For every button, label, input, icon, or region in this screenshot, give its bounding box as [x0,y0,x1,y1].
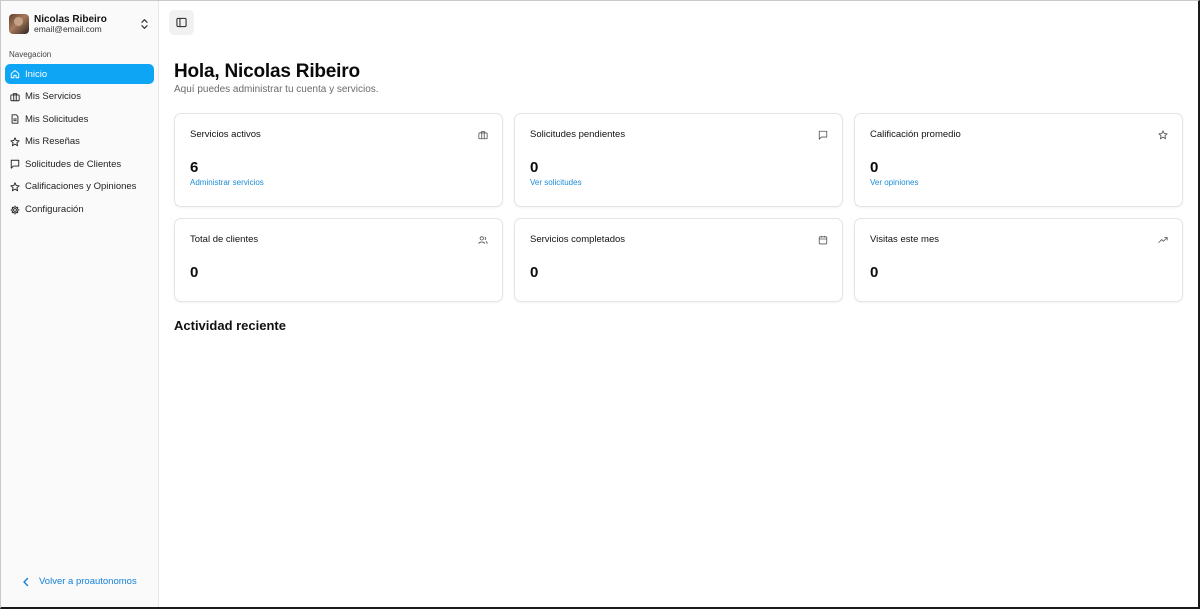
sidebar-item-solicitudes-clientes[interactable]: Solicitudes de Clientes [5,154,154,174]
briefcase-icon [10,92,20,101]
administrar-servicios-link[interactable]: Administrar servicios [190,178,487,187]
card-value: 0 [530,264,539,281]
nav-section-label: Navegacion [9,50,52,59]
sidebar-item-mis-servicios[interactable]: Mis Servicios [5,87,154,107]
page-subtitle: Aquí puedes administrar tu cuenta y serv… [174,84,379,95]
calendar-icon [818,235,828,245]
star-icon [1158,130,1168,140]
gear-icon [10,205,20,214]
card-solicitudes-pendientes: Solicitudes pendientes 0 Ver solicitudes [514,113,843,207]
card-title: Servicios activos [190,129,261,140]
sidebar-item-configuracion[interactable]: Configuración [5,200,154,220]
sidebar-item-inicio[interactable]: Inicio [5,64,154,84]
card-value: 0 [530,159,539,176]
chevron-left-icon [23,577,29,586]
star-icon [10,182,20,192]
back-link-label: Volver a proautonomos [39,576,137,587]
greeting: Hola, Nicolas Ribeiro Aquí puedes admini… [174,61,379,95]
ver-solicitudes-link[interactable]: Ver solicitudes [530,178,827,187]
stats-grid: Servicios activos 6 Administrar servicio… [174,113,1184,302]
sidebar-item-calificaciones[interactable]: Calificaciones y Opiniones [5,177,154,197]
user-switcher[interactable]: Nicolas Ribeiro email@email.com [1,1,158,39]
card-total-clientes: Total de clientes 0 [174,218,503,302]
chevrons-up-down-icon [140,18,150,30]
card-servicios-activos: Servicios activos 6 Administrar servicio… [174,113,503,207]
card-calificacion-promedio: Calificación promedio 0 Ver opiniones [854,113,1183,207]
sidebar-toggle-button[interactable] [169,10,194,35]
recent-activity-heading: Actividad reciente [174,318,286,333]
card-title: Total de clientes [190,234,259,245]
sidebar-item-label: Calificaciones y Opiniones [25,181,137,193]
users-icon [478,236,488,244]
message-icon [818,130,828,140]
sidebar-nav: Inicio Mis Servicios Mis Solicitudes Mis… [1,64,158,220]
card-value: 0 [870,159,879,176]
file-icon [11,114,19,124]
sidebar: Nicolas Ribeiro email@email.com Navegaci… [1,1,159,607]
message-icon [10,160,20,169]
sidebar-item-label: Inicio [25,68,48,80]
trending-up-icon [1158,237,1168,243]
sidebar-item-label: Mis Solicitudes [25,113,89,125]
sidebar-item-mis-solicitudes[interactable]: Mis Solicitudes [5,109,154,129]
sidebar-item-label: Solicitudes de Clientes [25,158,122,170]
home-icon [10,70,20,79]
card-servicios-completados: Servicios completados 0 [514,218,843,302]
sidebar-item-label: Configuración [25,204,84,216]
card-title: Solicitudes pendientes [530,129,626,140]
sidebar-item-label: Mis Reseñas [25,136,80,148]
card-visitas-mes: Visitas este mes 0 [854,218,1183,302]
user-email: email@email.com [34,23,102,34]
main-content: Hola, Nicolas Ribeiro Aquí puedes admini… [159,1,1198,607]
avatar [9,14,29,34]
page-title: Hola, Nicolas Ribeiro [174,61,360,82]
back-to-proautonomos-link[interactable]: Volver a proautonomos [21,576,137,587]
panel-left-icon [176,17,187,28]
card-title: Servicios completados [530,234,626,245]
card-title: Calificación promedio [870,129,961,140]
sidebar-item-mis-resenas[interactable]: Mis Reseñas [5,132,154,152]
card-value: 0 [870,264,879,281]
sidebar-item-label: Mis Servicios [25,91,81,103]
ver-opiniones-link[interactable]: Ver opiniones [870,178,1167,187]
briefcase-icon [478,131,488,140]
star-icon [10,137,20,146]
app-window: Nicolas Ribeiro email@email.com Navegaci… [0,0,1200,609]
card-title: Visitas este mes [870,234,939,245]
card-value: 0 [190,264,199,281]
card-value: 6 [190,159,199,176]
